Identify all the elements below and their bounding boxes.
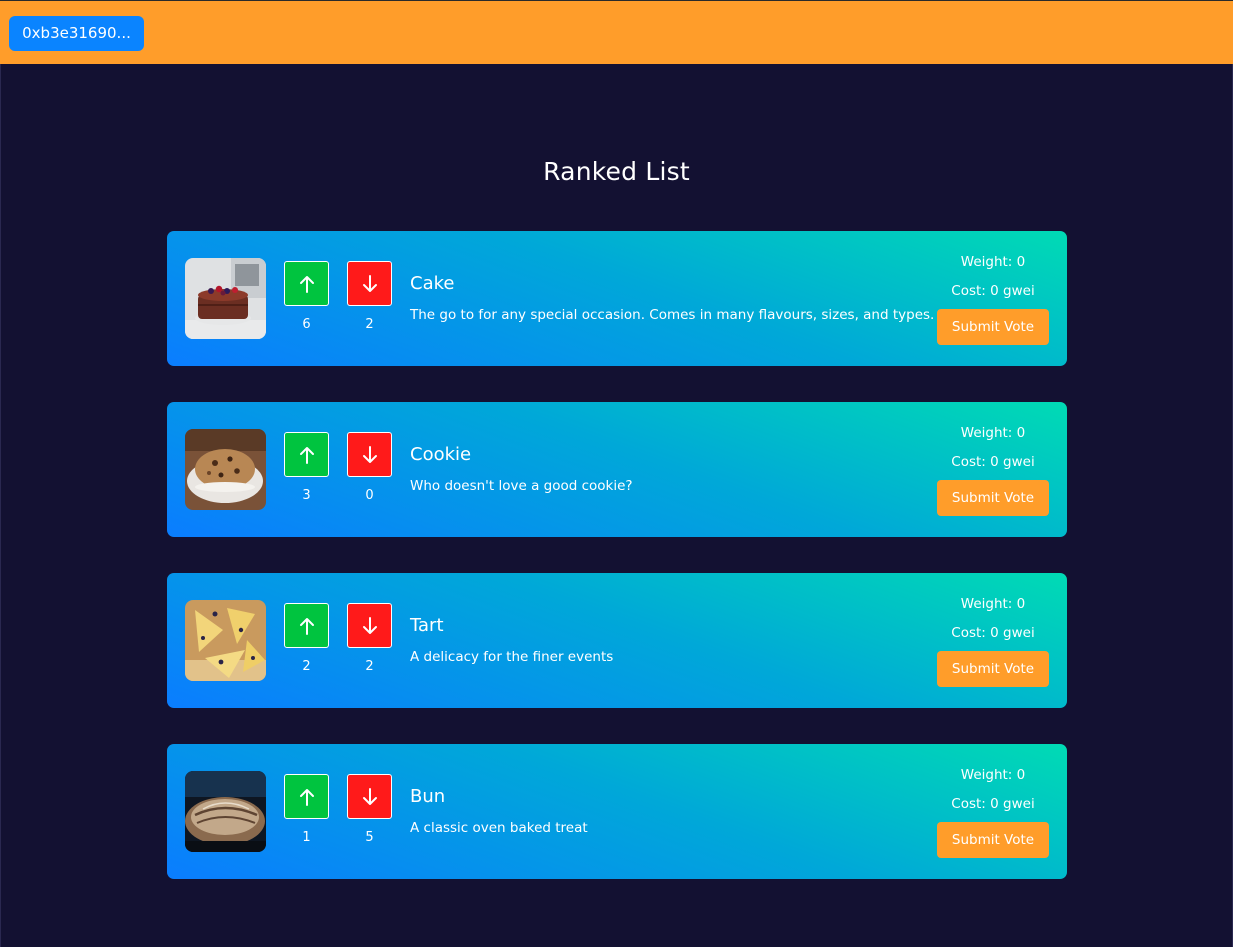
upvote-count: 3 [302, 488, 311, 503]
upvote-button[interactable] [284, 774, 329, 819]
arrow-down-icon [362, 445, 377, 463]
downvote-count: 0 [365, 488, 374, 503]
downvote-count: 5 [365, 830, 374, 845]
downvote-count: 2 [365, 659, 374, 674]
arrow-down-icon [362, 616, 377, 634]
tart-image [185, 600, 266, 681]
item-name: Bun [410, 786, 446, 807]
upvote-count: 1 [302, 830, 311, 845]
weight-label: Weight: 0 [960, 254, 1026, 270]
list-item: 3 0 Cookie Who doesn't love a good cooki… [167, 402, 1067, 537]
upvote-button[interactable] [284, 261, 329, 306]
submit-vote-button[interactable]: Submit Vote [937, 651, 1049, 687]
cost-label: Cost: 0 gwei [951, 454, 1035, 470]
cake-image [185, 258, 266, 339]
submit-vote-button[interactable]: Submit Vote [937, 480, 1049, 516]
downvote-button[interactable] [347, 603, 392, 648]
downvote-count: 2 [365, 317, 374, 332]
arrow-up-icon [299, 275, 314, 293]
frame-border-left [0, 64, 1, 947]
submit-vote-button[interactable]: Submit Vote [937, 309, 1049, 345]
item-description: The go to for any special occasion. Come… [410, 307, 935, 323]
arrow-up-icon [299, 788, 314, 806]
arrow-up-icon [299, 446, 314, 464]
arrow-down-icon [362, 274, 377, 292]
downvote-button[interactable] [347, 432, 392, 477]
bun-image [185, 771, 266, 852]
cost-label: Cost: 0 gwei [951, 283, 1035, 299]
item-name: Tart [410, 615, 444, 636]
item-description: A classic oven baked treat [410, 820, 588, 836]
weight-label: Weight: 0 [960, 425, 1026, 441]
cost-label: Cost: 0 gwei [951, 796, 1035, 812]
cost-label: Cost: 0 gwei [951, 625, 1035, 641]
list-item: 1 5 Bun A classic oven baked treat Weigh… [167, 744, 1067, 879]
upvote-button[interactable] [284, 603, 329, 648]
arrow-down-icon [362, 787, 377, 805]
wallet-address-button[interactable]: 0xb3e31690... [9, 16, 144, 51]
list-item: 6 2 Cake The go to for any special occas… [167, 231, 1067, 366]
upvote-count: 2 [302, 659, 311, 674]
list-item: 2 2 Tart A delicacy for the finer events… [167, 573, 1067, 708]
item-name: Cookie [410, 444, 472, 465]
upvote-count: 6 [302, 317, 311, 332]
item-description: Who doesn't love a good cookie? [410, 478, 633, 494]
page-title: Ranked List [543, 157, 690, 186]
cookie-image [185, 429, 266, 510]
item-description: A delicacy for the finer events [410, 649, 614, 665]
top-bar: 0xb3e31690... [0, 0, 1233, 64]
weight-label: Weight: 0 [960, 596, 1026, 612]
arrow-up-icon [299, 617, 314, 635]
downvote-button[interactable] [347, 774, 392, 819]
ranked-list: 6 2 Cake The go to for any special occas… [167, 231, 1067, 915]
item-name: Cake [410, 273, 455, 294]
weight-label: Weight: 0 [960, 767, 1026, 783]
submit-vote-button[interactable]: Submit Vote [937, 822, 1049, 858]
downvote-button[interactable] [347, 261, 392, 306]
upvote-button[interactable] [284, 432, 329, 477]
